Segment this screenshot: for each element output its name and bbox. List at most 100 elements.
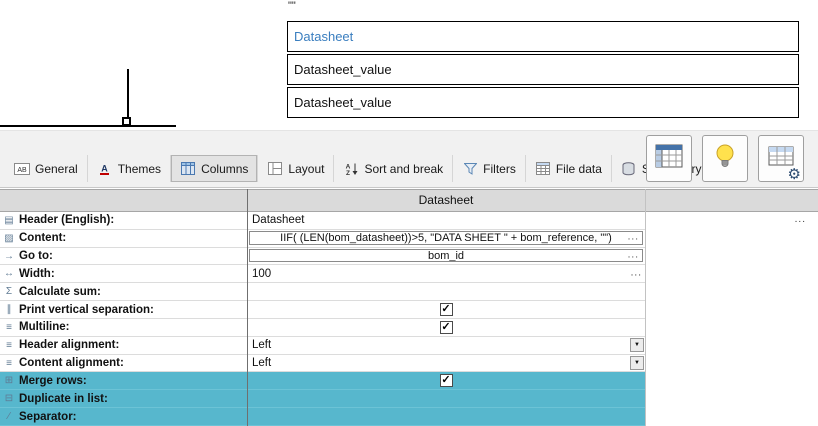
chevron-down-icon: ▼ — [634, 342, 640, 348]
row-label: ▨ Content: — [0, 230, 247, 248]
header-alignment-value[interactable]: Left ▼ — [247, 337, 645, 355]
property-grid: ▤ Header (English): Datasheet ... ▨ Cont… — [0, 212, 818, 426]
tab-label: Sort and break — [364, 162, 443, 176]
preview-value-cell[interactable]: Datasheet_value — [287, 87, 799, 118]
column-preview: Datasheet Datasheet_value Datasheet_valu… — [287, 21, 799, 120]
duplicate-in-list-value[interactable] — [247, 390, 645, 408]
merge-rows-checkbox[interactable]: ✓ — [440, 374, 453, 387]
report-table-button[interactable] — [646, 135, 692, 182]
row-label: ↔ Width: — [0, 265, 247, 283]
chevron-down-icon: ▼ — [634, 360, 640, 366]
content-field-icon: ▨ — [2, 233, 16, 244]
tab-themes[interactable]: A Themes — [87, 155, 170, 182]
toolbar: AB General A Themes Columns Layout AZ — [0, 130, 818, 188]
header-english-ellipsis-button[interactable]: ... — [795, 214, 806, 225]
grid-row-go-to: → Go to: bom_id ... — [0, 248, 818, 266]
vertical-separation-field-icon: ∥ — [2, 304, 16, 315]
row-label: ⊞ Merge rows: — [0, 372, 247, 390]
separator-value[interactable] — [247, 408, 645, 426]
filter-funnel-icon — [462, 162, 478, 176]
column-header[interactable]: Datasheet — [247, 190, 645, 211]
tab-label: File data — [556, 162, 602, 176]
spreadsheet-icon — [655, 144, 683, 173]
tab-label: General — [35, 162, 78, 176]
tab-file-data[interactable]: File data — [525, 155, 611, 182]
duplicate-field-icon: ⊟ — [2, 393, 16, 404]
columns-icon — [180, 162, 196, 176]
go-to-value: bom_id ... — [247, 248, 645, 266]
grid-row-header-alignment: ≡ Header alignment: Left ▼ — [0, 337, 818, 355]
multiline-field-icon: ≡ — [2, 322, 16, 333]
schematic-wire-vertical — [127, 69, 129, 120]
row-label: ≡ Multiline: — [0, 319, 247, 337]
content-alignment-dropdown-button[interactable]: ▼ — [630, 356, 644, 370]
tab-label: Themes — [118, 162, 161, 176]
layout-icon — [267, 162, 283, 176]
multiline-value: ✓ — [247, 319, 645, 337]
grid-header-band: Datasheet — [0, 189, 818, 212]
header-alignment-field-icon: ≡ — [2, 340, 16, 351]
gear-icon: ⚙ — [788, 167, 801, 182]
light-bulb-icon — [714, 143, 736, 175]
print-vertical-separation-value: ✓ — [247, 301, 645, 319]
content-alignment-field-icon: ≡ — [2, 358, 16, 369]
print-vertical-separation-checkbox[interactable]: ✓ — [440, 303, 453, 316]
separator-field-icon: ∕ — [2, 411, 16, 422]
general-icon: AB — [14, 162, 30, 176]
grid-row-width: ↔ Width: 100 ... — [0, 265, 818, 283]
grid-row-print-vertical-separation: ∥ Print vertical separation: ✓ — [0, 301, 818, 319]
width-value[interactable]: 100 ... — [247, 265, 645, 283]
file-data-icon — [535, 162, 551, 176]
tab-label: Columns — [201, 162, 248, 176]
grid-value-column-edge — [645, 189, 646, 426]
content-ellipsis-button[interactable]: ... — [628, 231, 639, 242]
row-label: ▤ Header (English): — [0, 212, 247, 230]
svg-text:AB: AB — [17, 167, 27, 174]
header-field-icon: ▤ — [2, 215, 16, 226]
content-alignment-value[interactable]: Left ▼ — [247, 355, 645, 373]
grid-row-multiline: ≡ Multiline: ✓ — [0, 319, 818, 337]
row-label: ∥ Print vertical separation: — [0, 301, 247, 319]
schematic-wire-horizontal — [0, 125, 176, 127]
grid-row-content-alignment: ≡ Content alignment: Left ▼ — [0, 355, 818, 373]
tab-sort-and-break[interactable]: AZ Sort and break — [333, 155, 452, 182]
width-ellipsis-button[interactable]: ... — [631, 267, 642, 278]
table-settings-button[interactable]: ⚙ — [758, 135, 804, 182]
row-label: ⊟ Duplicate in list: — [0, 390, 247, 408]
width-field-icon: ↔ — [2, 268, 16, 279]
tab-label: Filters — [483, 162, 516, 176]
merge-rows-value: ✓ — [247, 372, 645, 390]
tab-layout[interactable]: Layout — [257, 155, 333, 182]
themes-icon: A — [97, 162, 113, 176]
sort-icon: AZ — [343, 162, 359, 176]
header-english-value[interactable]: Datasheet — [247, 212, 645, 230]
go-to-ellipsis-button[interactable]: ... — [628, 249, 639, 260]
row-label: Σ Calculate sum: — [0, 283, 247, 301]
tab-filters[interactable]: Filters — [452, 155, 525, 182]
calculate-sum-value[interactable] — [247, 283, 645, 301]
sum-field-icon: Σ — [2, 286, 16, 297]
preview-value-cell[interactable]: Datasheet_value — [287, 54, 799, 85]
tab-columns[interactable]: Columns — [170, 155, 257, 182]
go-to-expression-field[interactable]: bom_id ... — [249, 249, 643, 263]
tab-general[interactable]: AB General — [5, 155, 87, 182]
row-label: ≡ Content alignment: — [0, 355, 247, 373]
grid-row-content: ▨ Content: IIF( (LEN(bom_datasheet))>5, … — [0, 230, 818, 248]
content-expression-field[interactable]: IIF( (LEN(bom_datasheet))>5, "DATA SHEET… — [249, 231, 643, 245]
row-label: → Go to: — [0, 248, 247, 266]
grid-column-divider[interactable] — [247, 189, 248, 426]
svg-text:Z: Z — [346, 170, 350, 176]
grid-row-calculate-sum: Σ Calculate sum: — [0, 283, 818, 301]
preview-header-cell[interactable]: Datasheet — [287, 21, 799, 52]
tips-button[interactable] — [702, 135, 748, 182]
header-alignment-dropdown-button[interactable]: ▼ — [630, 338, 644, 352]
goto-field-icon: → — [2, 251, 16, 262]
merge-rows-field-icon: ⊞ — [2, 375, 16, 386]
grid-row-separator: ∕ Separator: — [0, 408, 818, 426]
row-label: ∕ Separator: — [0, 408, 247, 426]
grid-row-merge-rows: ⊞ Merge rows: ✓ — [0, 372, 818, 390]
svg-text:A: A — [101, 163, 108, 173]
row-label: ≡ Header alignment: — [0, 337, 247, 355]
database-icon — [621, 162, 637, 176]
multiline-checkbox[interactable]: ✓ — [440, 321, 453, 334]
